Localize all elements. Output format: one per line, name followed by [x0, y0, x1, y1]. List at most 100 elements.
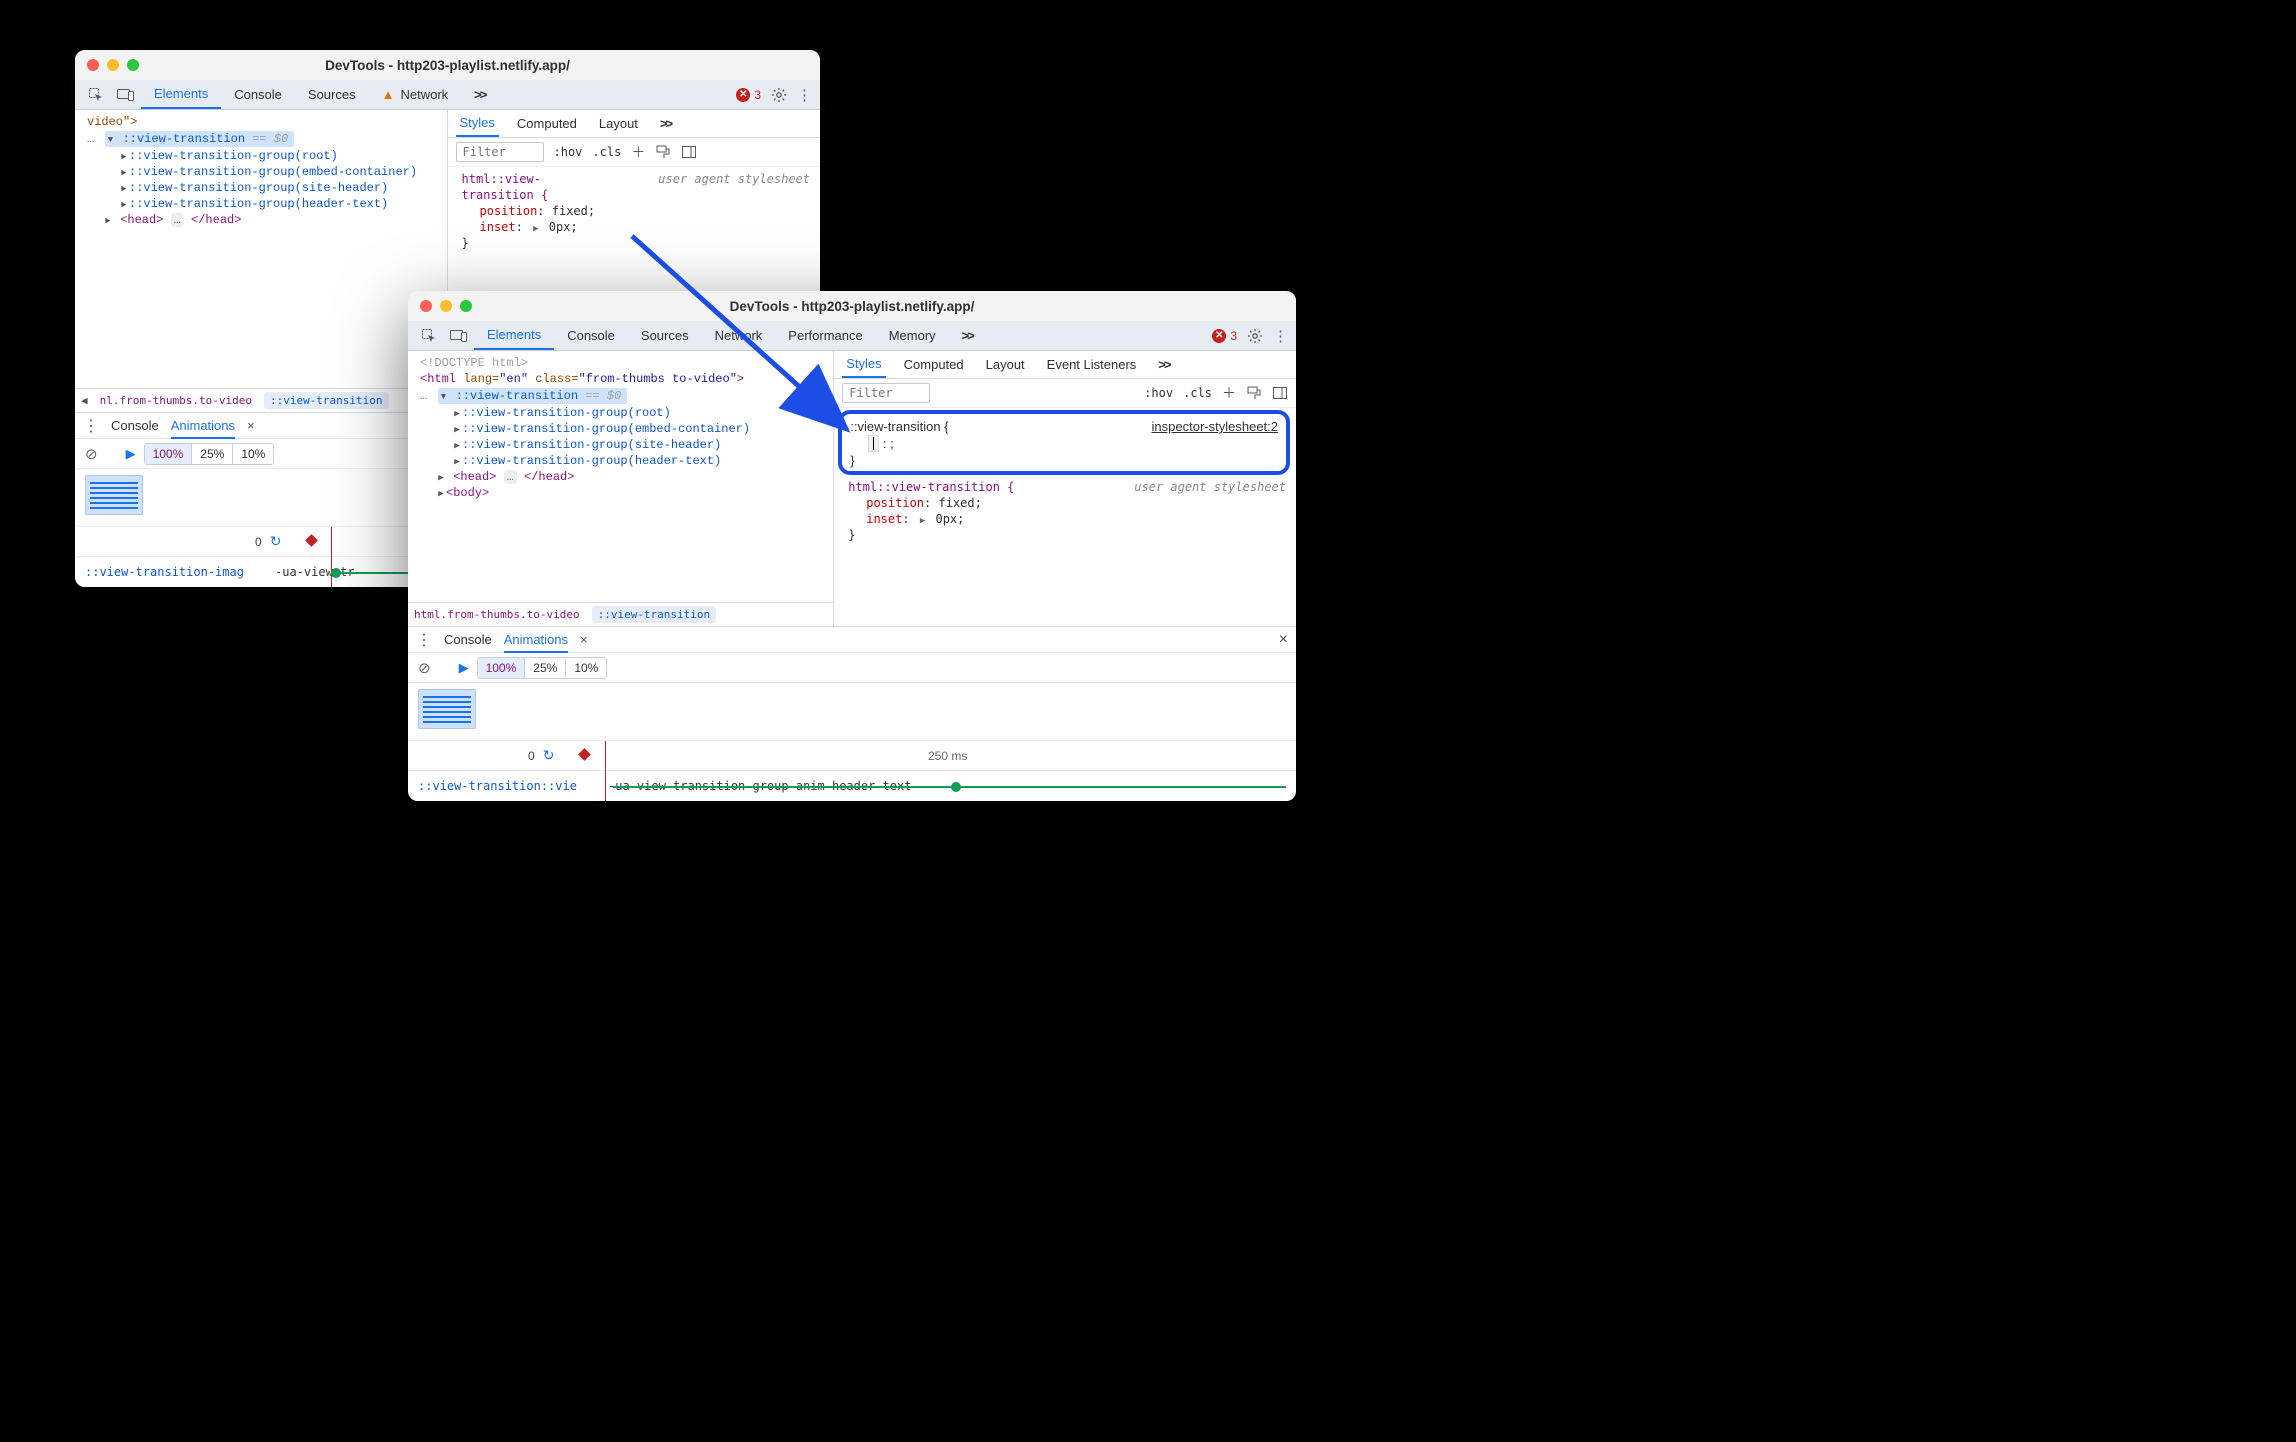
tab-layout[interactable]: Layout: [982, 351, 1029, 378]
close-tab-icon[interactable]: ×: [247, 418, 255, 433]
new-style-rule-callout[interactable]: inspector-stylesheet:2 ::view-transition…: [838, 410, 1290, 475]
speed-10[interactable]: 10%: [566, 658, 606, 678]
dom-tree[interactable]: <!DOCTYPE html> <html lang="en" class="f…: [408, 351, 833, 602]
paint-icon[interactable]: [1246, 385, 1262, 401]
maximize-window-icon[interactable]: [127, 59, 139, 71]
speed-100[interactable]: 100%: [145, 444, 193, 464]
inspect-icon[interactable]: [414, 328, 444, 344]
dom-row[interactable]: ::view-transition-group(embed-container): [412, 421, 829, 437]
settings-gear-icon[interactable]: [1247, 328, 1263, 344]
hov-toggle[interactable]: :hov: [1144, 386, 1173, 400]
minimize-window-icon[interactable]: [440, 300, 452, 312]
cls-toggle[interactable]: .cls: [592, 145, 621, 159]
tab-computed[interactable]: Computed: [513, 110, 581, 137]
speed-100[interactable]: 100%: [478, 658, 526, 678]
tab-styles[interactable]: Styles: [842, 351, 885, 378]
tab-computed[interactable]: Computed: [900, 351, 968, 378]
animation-group-chip[interactable]: [418, 689, 476, 729]
close-window-icon[interactable]: [87, 59, 99, 71]
kebab-menu-icon[interactable]: ⋮: [1273, 327, 1288, 345]
dom-row-selected[interactable]: … ::view-transition == $0: [79, 130, 443, 148]
tab-layout[interactable]: Layout: [595, 110, 642, 137]
dom-row[interactable]: <html lang="en" class="from-thumbs to-vi…: [412, 371, 829, 387]
rule-source-link[interactable]: inspector-stylesheet:2: [1152, 419, 1278, 434]
tab-styles[interactable]: Styles: [456, 110, 499, 137]
playback-speed[interactable]: 100% 25% 10%: [144, 443, 275, 465]
playback-speed[interactable]: 100% 25% 10%: [477, 657, 608, 679]
replay-icon[interactable]: ↻: [535, 747, 563, 764]
hov-toggle[interactable]: :hov: [554, 145, 583, 159]
titlebar[interactable]: DevTools - http203-playlist.netlify.app/: [408, 291, 1296, 321]
titlebar[interactable]: DevTools - http203-playlist.netlify.app/: [75, 50, 820, 80]
device-toggle-icon[interactable]: [444, 329, 474, 343]
maximize-window-icon[interactable]: [460, 300, 472, 312]
more-tabs-icon[interactable]: >>: [656, 110, 675, 137]
dom-row-selected[interactable]: … ::view-transition == $0: [412, 387, 829, 405]
drawer-tab-console[interactable]: Console: [444, 632, 492, 647]
tab-console[interactable]: Console: [554, 321, 628, 350]
error-count-badge[interactable]: ✕ 3: [1212, 329, 1237, 343]
styles-filter-input[interactable]: [456, 142, 544, 162]
kebab-menu-icon[interactable]: ⋮: [416, 630, 432, 650]
drawer-tab-animations[interactable]: Animations: [504, 632, 568, 653]
dom-row[interactable]: <head> … </head>: [412, 469, 829, 485]
scrubber-diamond-icon[interactable]: [579, 748, 592, 761]
tab-elements[interactable]: Elements: [474, 321, 554, 350]
error-count-badge[interactable]: ✕ 3: [736, 88, 761, 102]
dom-row[interactable]: <head> … </head>: [79, 212, 443, 228]
dom-row[interactable]: ::view-transition-group(embed-container): [79, 164, 443, 180]
property-edit-input[interactable]: [868, 435, 879, 452]
tab-elements[interactable]: Elements: [141, 80, 221, 109]
tab-console[interactable]: Console: [221, 80, 295, 109]
speed-25[interactable]: 25%: [525, 658, 566, 678]
animation-timeline-ruler[interactable]: 0 ↻ 250 ms: [408, 741, 1296, 771]
more-tabs-icon[interactable]: >>: [1154, 351, 1173, 378]
close-tab-icon[interactable]: ×: [580, 632, 588, 647]
dom-row[interactable]: ::view-transition-group(header-text): [79, 196, 443, 212]
tab-event-listeners[interactable]: Event Listeners: [1043, 351, 1141, 378]
dom-tree[interactable]: video"> … ::view-transition == $0 ::view…: [75, 110, 447, 388]
breadcrumb[interactable]: ◀ nl.from-thumbs.to-video ::view-transit…: [75, 388, 447, 412]
dom-row[interactable]: ::view-transition-group(site-header): [412, 437, 829, 453]
dom-row[interactable]: <!DOCTYPE html>: [412, 355, 829, 371]
dom-row[interactable]: ::view-transition-group(site-header): [79, 180, 443, 196]
dom-row[interactable]: ::view-transition-group(root): [412, 405, 829, 421]
styles-filter-input[interactable]: [842, 383, 930, 403]
crumb-pseudo[interactable]: ::view-transition: [592, 606, 717, 623]
speed-10[interactable]: 10%: [233, 444, 273, 464]
new-style-rule-icon[interactable]: ＋: [1222, 383, 1236, 403]
close-window-icon[interactable]: [420, 300, 432, 312]
device-toggle-icon[interactable]: [111, 88, 141, 102]
inspect-icon[interactable]: [81, 87, 111, 103]
speed-25[interactable]: 25%: [192, 444, 233, 464]
crumb-element[interactable]: html.from-thumbs.to-video: [414, 608, 580, 621]
dom-row[interactable]: ::view-transition-group(root): [79, 148, 443, 164]
drawer-tab-animations[interactable]: Animations: [171, 418, 235, 439]
track-bar[interactable]: [613, 786, 1286, 788]
toggle-sidebar-icon[interactable]: [1272, 385, 1288, 401]
crumb-pseudo[interactable]: ::view-transition: [264, 392, 389, 409]
play-icon[interactable]: ▶: [459, 660, 469, 676]
tab-sources[interactable]: Sources: [295, 80, 369, 109]
play-icon[interactable]: ▶: [126, 446, 136, 462]
paint-icon[interactable]: [655, 144, 671, 160]
replay-icon[interactable]: ↻: [262, 533, 290, 550]
animation-groups[interactable]: [408, 683, 1296, 741]
more-tabs-icon[interactable]: >>: [461, 80, 498, 109]
clear-icon[interactable]: ⊘: [85, 445, 98, 463]
settings-gear-icon[interactable]: [771, 87, 787, 103]
drawer-tab-console[interactable]: Console: [111, 418, 159, 433]
minimize-window-icon[interactable]: [107, 59, 119, 71]
clear-icon[interactable]: ⊘: [418, 659, 431, 677]
tab-network[interactable]: Network: [702, 321, 776, 350]
more-tabs-icon[interactable]: >>: [949, 321, 986, 350]
breadcrumb[interactable]: html.from-thumbs.to-video ::view-transit…: [408, 602, 833, 626]
dom-row[interactable]: video">: [79, 114, 443, 130]
cls-toggle[interactable]: .cls: [1183, 386, 1212, 400]
dom-row[interactable]: ::view-transition-group(header-text): [412, 453, 829, 469]
chevron-left-icon[interactable]: ◀: [81, 394, 88, 407]
animation-group-chip[interactable]: [85, 475, 143, 515]
tab-network[interactable]: ▲ Network: [369, 80, 462, 109]
styles-rules[interactable]: user agent stylesheet html::view-transit…: [834, 479, 1296, 626]
toggle-sidebar-icon[interactable]: [681, 144, 697, 160]
